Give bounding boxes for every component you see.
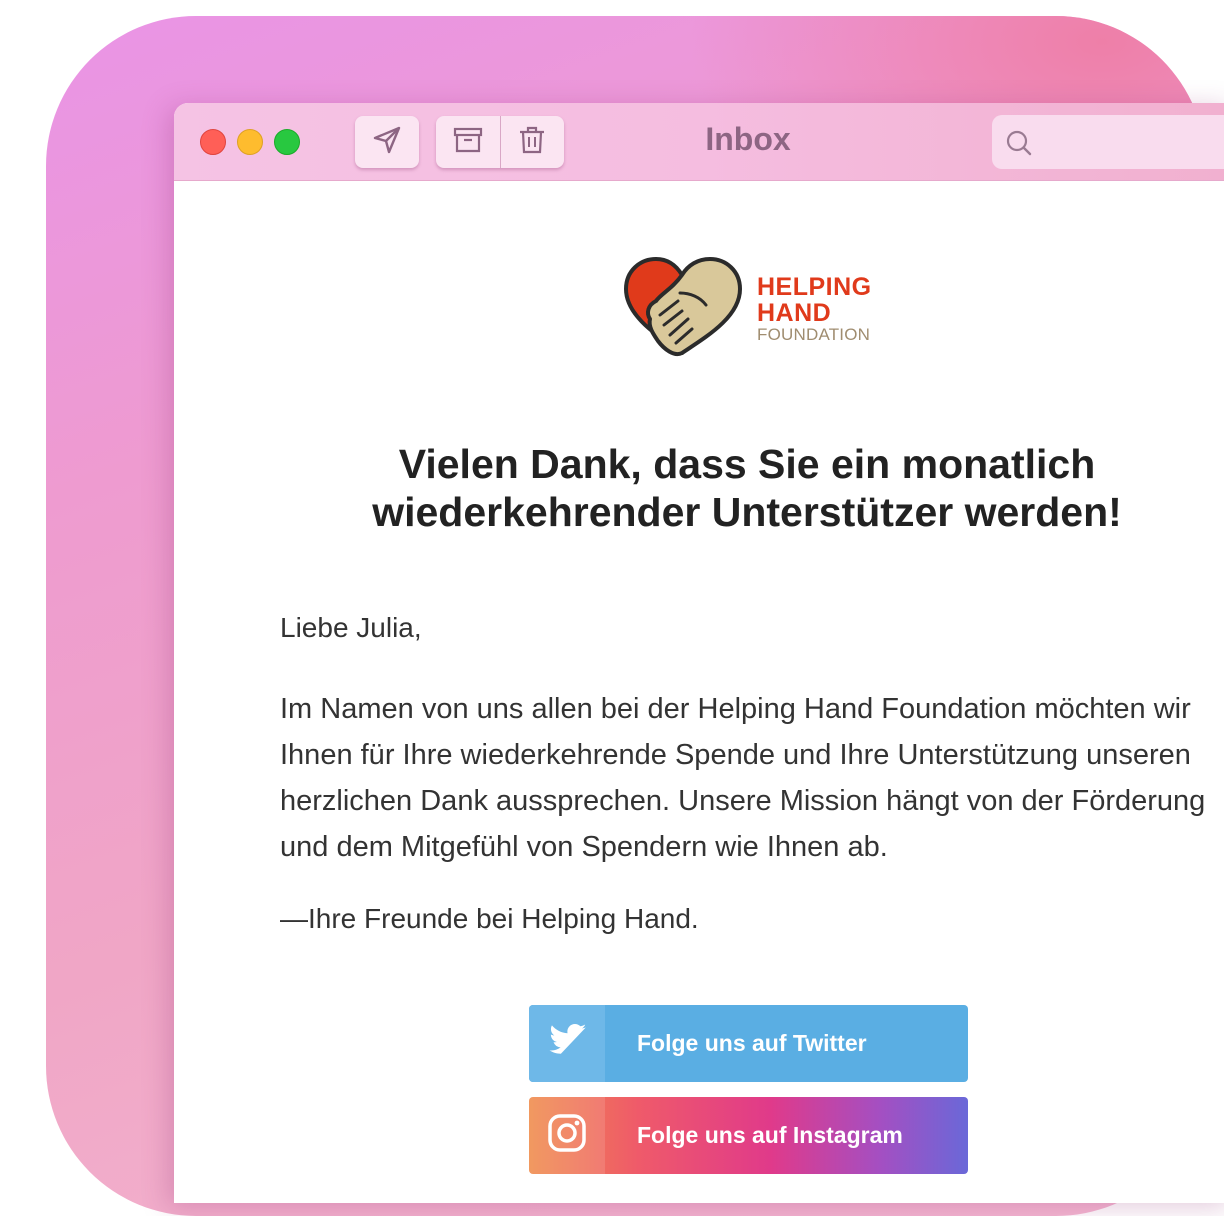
archive-trash-group — [436, 116, 564, 168]
email-headline: Vielen Dank, dass Sie ein monatlich wied… — [372, 441, 1122, 535]
helping-hand-logo: HELPING HAND FOUNDATION — [620, 253, 880, 365]
logo-line-helping: HELPING — [757, 273, 872, 301]
window-titlebar: Inbox — [174, 103, 1224, 181]
twitter-follow-button[interactable]: Folge uns auf Twitter — [529, 1005, 968, 1082]
heart-hand-logo-icon — [624, 257, 742, 356]
email-greeting: Liebe Julia, — [280, 612, 422, 643]
instagram-icon-cell — [529, 1097, 605, 1174]
email-paragraph: Im Namen von uns allen bei der Helping H… — [280, 693, 1206, 863]
window-title: Inbox — [705, 121, 791, 157]
send-icon — [370, 123, 404, 162]
send-button[interactable] — [355, 116, 419, 168]
instagram-icon — [547, 1113, 587, 1159]
close-window-button[interactable] — [200, 129, 226, 155]
zoom-window-button[interactable] — [274, 129, 300, 155]
archive-button[interactable] — [436, 116, 500, 168]
search-field[interactable] — [992, 115, 1224, 169]
mail-window: Inbox HELPING HAND FOUNDATION Vielen Dan… — [174, 103, 1224, 1203]
instagram-button-label: Folge uns auf Instagram — [637, 1122, 903, 1148]
logo-wordmark: HELPING HAND FOUNDATION — [757, 273, 872, 344]
archive-icon — [451, 123, 485, 162]
email-signoff: —Ihre Freunde bei Helping Hand. — [280, 903, 699, 934]
twitter-button-label: Folge uns auf Twitter — [637, 1030, 867, 1056]
twitter-icon-cell — [529, 1005, 605, 1082]
minimize-window-button[interactable] — [237, 129, 263, 155]
search-icon — [1004, 128, 1034, 163]
trash-button[interactable] — [501, 116, 565, 168]
instagram-follow-button[interactable]: Folge uns auf Instagram — [529, 1097, 968, 1174]
twitter-icon — [547, 1023, 587, 1064]
logo-line-foundation: FOUNDATION — [757, 325, 871, 344]
trash-icon — [515, 123, 549, 162]
logo-line-hand: HAND — [757, 299, 832, 327]
